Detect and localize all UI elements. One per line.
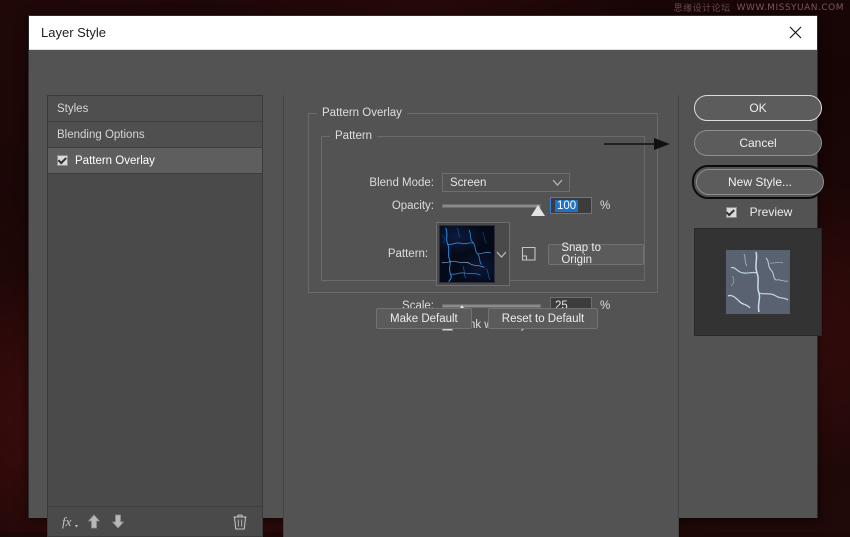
- reset-to-default-button[interactable]: Reset to Default: [488, 308, 598, 329]
- dialog-body: Styles Blending Options Pattern Overlay …: [29, 50, 817, 518]
- watermark-cn-text: 思缘设计论坛: [674, 1, 731, 14]
- opacity-unit: %: [600, 200, 610, 212]
- sidebar-item-label: Styles: [57, 103, 88, 115]
- new-style-label: New Style...: [728, 175, 792, 189]
- sidebar-item-styles[interactable]: Styles: [48, 96, 262, 122]
- svg-text:fx: fx: [62, 514, 72, 529]
- make-default-button[interactable]: Make Default: [376, 308, 472, 329]
- sidebar-item-label: Blending Options: [57, 129, 145, 141]
- arrow-up-icon[interactable]: [82, 511, 106, 533]
- watermark: 思缘设计论坛 WWW.MISSYUAN.COM: [674, 1, 844, 14]
- lightning-pattern-swatch: [439, 225, 495, 283]
- scale-unit: %: [600, 300, 610, 312]
- pattern-group: Pattern Blend Mode: Screen: [321, 136, 645, 281]
- annotation-arrow: [604, 136, 674, 152]
- pattern-group-title: Pattern: [330, 130, 377, 142]
- sidebar-item-blending-options[interactable]: Blending Options: [48, 122, 262, 148]
- default-buttons-row: Make Default Reset to Default: [376, 308, 598, 329]
- styles-panel: Styles Blending Options Pattern Overlay …: [47, 95, 263, 537]
- pattern-overlay-group-title: Pattern Overlay: [317, 107, 407, 119]
- new-style-highlight: New Style...: [692, 165, 824, 199]
- snap-to-origin-button[interactable]: Snap to Origin: [548, 244, 644, 265]
- preview-box: [694, 228, 822, 336]
- snap-to-origin-label: Snap to Origin: [561, 242, 631, 266]
- cancel-button[interactable]: Cancel: [694, 130, 822, 156]
- close-icon[interactable]: [773, 16, 817, 50]
- pattern-overlay-panel: Pattern Overlay Pattern Blend Mode: Scre…: [283, 95, 679, 537]
- opacity-input[interactable]: 100: [550, 197, 592, 214]
- opacity-value: 100: [555, 200, 578, 212]
- arrow-down-icon[interactable]: [106, 511, 130, 533]
- dialog-actions-panel: OK Cancel New Style... Preview: [694, 95, 824, 336]
- sidebar-item-pattern-overlay[interactable]: Pattern Overlay: [48, 148, 262, 174]
- blend-mode-label: Blend Mode:: [322, 177, 434, 189]
- layer-style-dialog: Layer Style Styles Blending Options Patt…: [28, 15, 818, 518]
- pattern-label: Pattern:: [322, 248, 428, 260]
- reset-to-default-label: Reset to Default: [502, 313, 584, 325]
- sidebar-item-label: Pattern Overlay: [75, 155, 155, 167]
- ok-label: OK: [749, 101, 766, 115]
- fx-icon[interactable]: fx: [58, 511, 82, 533]
- pattern-row: Pattern:: [322, 222, 644, 286]
- opacity-row: Opacity: 100 %: [322, 197, 644, 214]
- chevron-down-icon: [552, 178, 563, 190]
- blend-mode-value: Screen: [450, 177, 486, 189]
- preview-label: Preview: [750, 205, 793, 219]
- preview-thumbnail: [726, 250, 790, 314]
- make-default-label: Make Default: [390, 313, 458, 325]
- cancel-label: Cancel: [739, 136, 776, 150]
- opacity-slider[interactable]: [442, 204, 541, 208]
- dialog-title: Layer Style: [41, 25, 106, 40]
- pattern-overlay-checkbox[interactable]: [57, 155, 68, 166]
- opacity-slider-thumb[interactable]: [531, 205, 545, 216]
- opacity-label: Opacity:: [322, 200, 434, 212]
- pattern-swatch-picker[interactable]: [436, 222, 510, 286]
- new-preset-icon[interactable]: [521, 246, 537, 262]
- new-style-button[interactable]: New Style...: [696, 169, 824, 195]
- pattern-chevron-down-icon[interactable]: [495, 225, 507, 283]
- blend-mode-select[interactable]: Screen: [442, 173, 570, 192]
- trash-icon[interactable]: [228, 511, 252, 533]
- preview-row[interactable]: Preview: [694, 205, 824, 219]
- dialog-titlebar: Layer Style: [29, 16, 817, 50]
- preview-checkbox[interactable]: [726, 207, 737, 218]
- blend-mode-row: Blend Mode: Screen: [322, 173, 644, 192]
- ok-button[interactable]: OK: [694, 95, 822, 121]
- styles-list: Styles Blending Options Pattern Overlay: [48, 96, 262, 506]
- watermark-url-text: WWW.MISSYUAN.COM: [737, 3, 844, 13]
